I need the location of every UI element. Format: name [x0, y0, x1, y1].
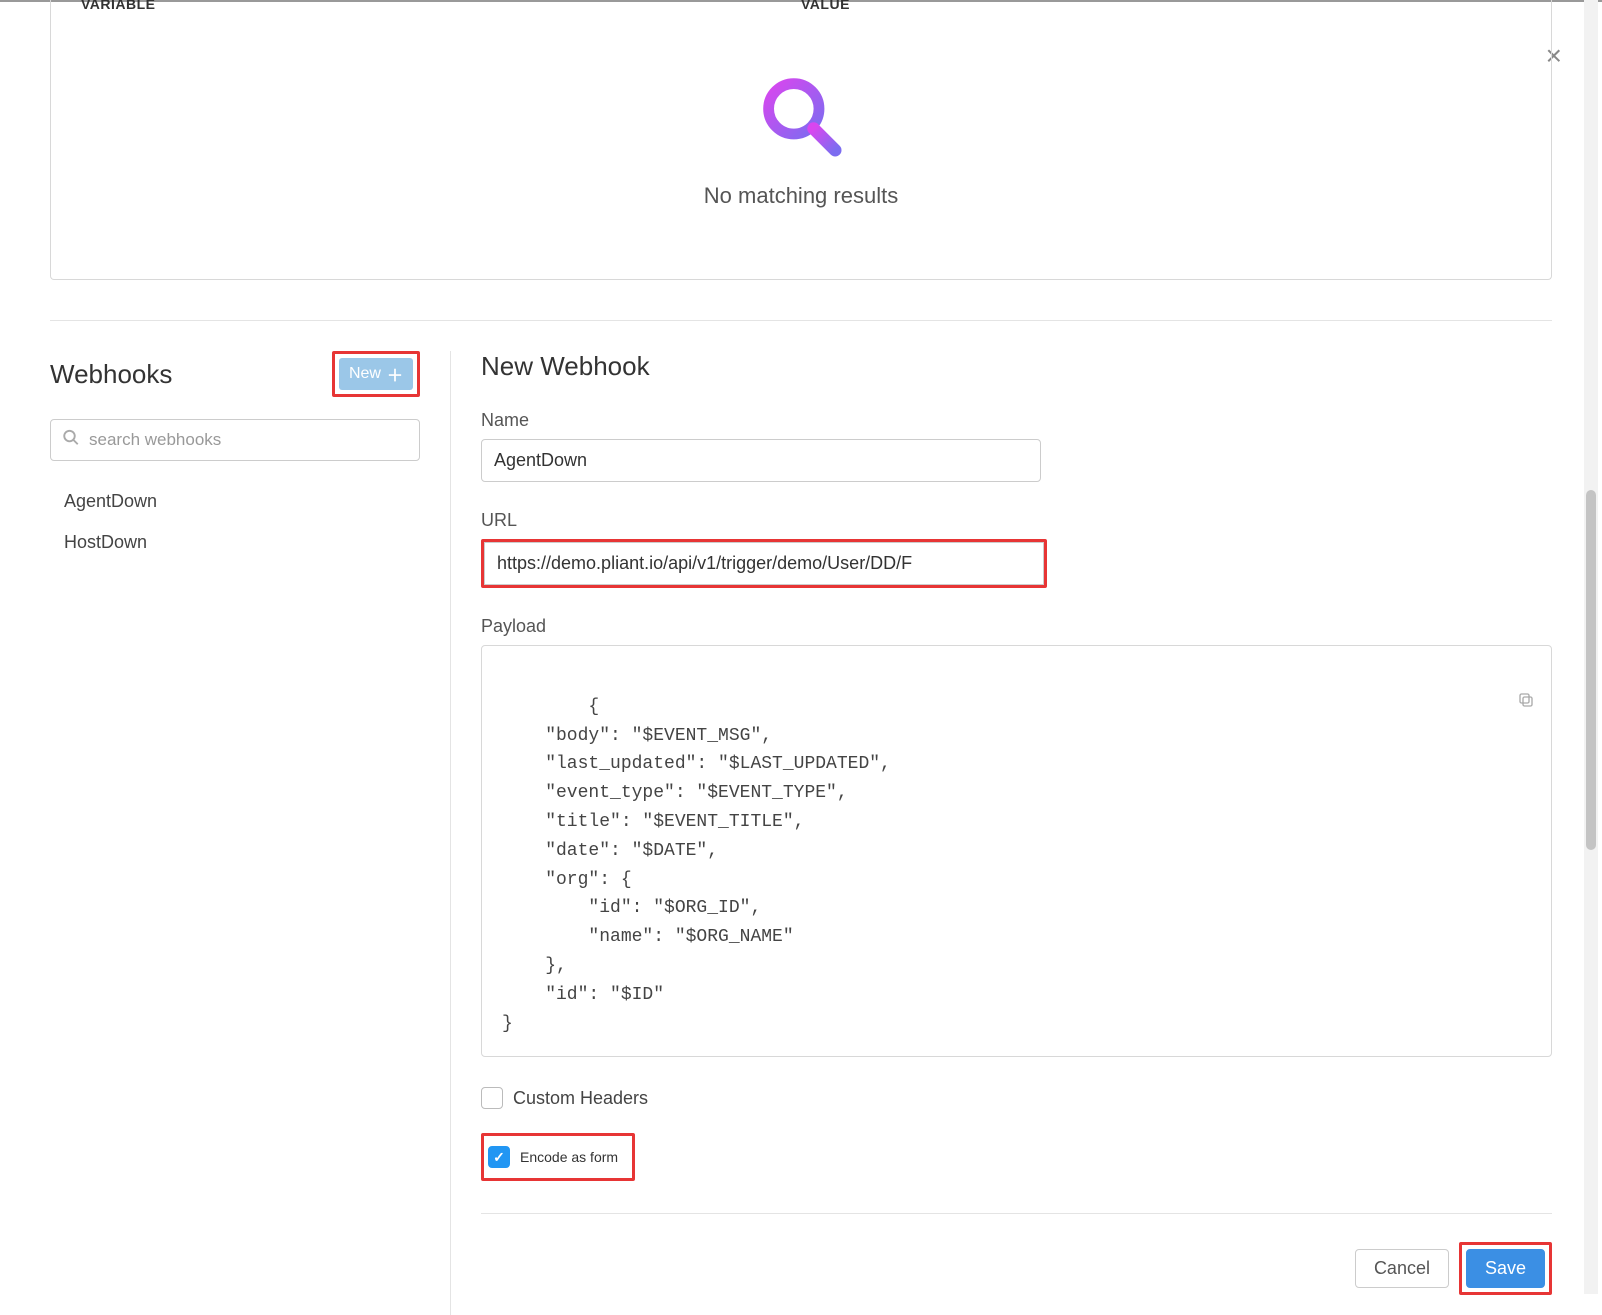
copy-icon[interactable]	[1409, 662, 1535, 748]
col-header-variable: VARIABLE	[81, 0, 801, 12]
url-input[interactable]	[484, 542, 1044, 585]
variables-table-header: VARIABLE VALUE	[51, 0, 1551, 12]
plus-icon: ＋	[387, 362, 403, 386]
new-button-highlight: New ＋	[332, 351, 420, 397]
save-button-highlight: Save	[1459, 1242, 1552, 1295]
new-webhook-button[interactable]: New ＋	[339, 358, 413, 390]
col-header-value: VALUE	[801, 0, 1521, 12]
search-illustration-icon	[756, 71, 846, 161]
custom-headers-checkbox[interactable]	[481, 1087, 503, 1109]
search-webhooks-input[interactable]	[50, 419, 420, 461]
encode-checkbox-highlight: ✓ Encode as form	[481, 1133, 635, 1181]
url-input-highlight	[481, 539, 1047, 588]
new-button-label: New	[349, 365, 381, 383]
name-input[interactable]	[481, 439, 1041, 482]
name-label: Name	[481, 410, 1552, 431]
save-button[interactable]: Save	[1466, 1249, 1545, 1288]
webhook-list-item[interactable]: HostDown	[50, 522, 420, 563]
encode-as-form-label: Encode as form	[520, 1149, 618, 1165]
payload-content: { "body": "$EVENT_MSG", "last_updated": …	[502, 697, 891, 1034]
encode-as-form-checkbox[interactable]: ✓	[488, 1146, 510, 1168]
form-title: New Webhook	[481, 351, 1552, 382]
webhook-list-item[interactable]: AgentDown	[50, 481, 420, 522]
search-icon	[62, 429, 80, 452]
payload-label: Payload	[481, 616, 1552, 637]
webhooks-title: Webhooks	[50, 359, 172, 390]
variables-empty-panel: VARIABLE VALUE No matching results	[50, 0, 1552, 280]
custom-headers-label: Custom Headers	[513, 1088, 648, 1109]
no-results-text: No matching results	[704, 183, 898, 209]
payload-textarea[interactable]: { "body": "$EVENT_MSG", "last_updated": …	[481, 645, 1552, 1057]
cancel-button[interactable]: Cancel	[1355, 1249, 1449, 1288]
url-label: URL	[481, 510, 1552, 531]
section-divider	[50, 320, 1552, 321]
